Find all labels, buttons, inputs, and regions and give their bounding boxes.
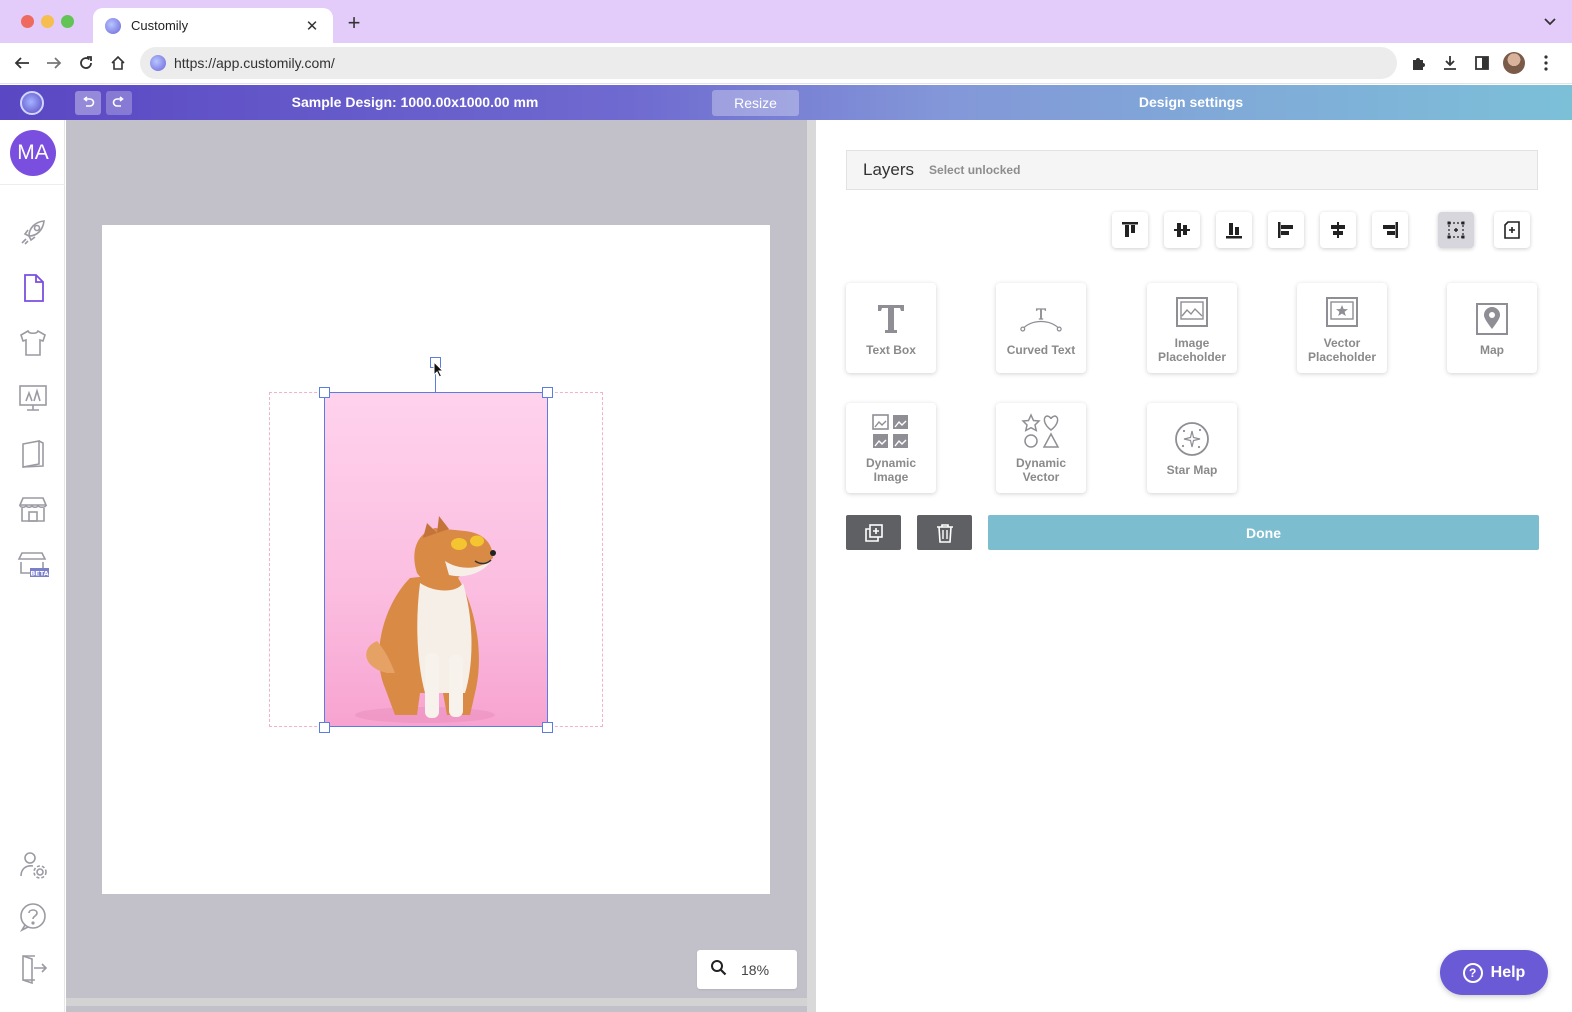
help-label: Help (1490, 963, 1526, 981)
left-sidebar: MA BETA (0, 120, 65, 1012)
align-left-button[interactable] (1268, 212, 1304, 248)
zoom-level: 18% (741, 961, 770, 978)
help-question-icon: ? (1462, 962, 1483, 983)
text-box-label: Text Box (866, 343, 916, 357)
design-title: Sample Design: 1000.00x1000.00 mm (291, 94, 539, 110)
vector-placeholder-tile[interactable]: Vector Placeholder (1297, 283, 1387, 373)
map-tile[interactable]: Map (1447, 283, 1537, 373)
resize-handle-bottom-left[interactable] (319, 722, 330, 733)
curved-text-tile[interactable]: Curved Text (996, 283, 1086, 373)
layers-header[interactable]: Layers Select unlocked (846, 150, 1538, 190)
redo-button[interactable] (106, 91, 132, 115)
text-box-tile[interactable]: Text Box (846, 283, 936, 373)
vector-placeholder-label: Vector Placeholder (1307, 336, 1377, 364)
forward-arrow-icon[interactable] (42, 51, 66, 75)
align-bottom-button[interactable] (1216, 212, 1252, 248)
dynamic-image-tile[interactable]: Dynamic Image (846, 403, 936, 493)
extensions-puzzle-icon[interactable] (1407, 52, 1429, 74)
help-circle-icon[interactable] (16, 900, 50, 934)
rocket-icon[interactable] (16, 215, 50, 249)
mouse-cursor-icon (433, 360, 445, 384)
shiba-dog-illustration (355, 516, 496, 723)
window-minimize-button[interactable] (41, 15, 54, 28)
resize-handle-top-right[interactable] (542, 387, 553, 398)
duplicate-button[interactable] (846, 515, 901, 550)
browser-titlebar: Customily ✕ + (0, 0, 1572, 43)
window-close-button[interactable] (21, 15, 34, 28)
browser-menu-icon[interactable] (1535, 52, 1557, 74)
undo-button[interactable] (75, 91, 101, 115)
align-to-page-button[interactable] (1494, 212, 1530, 248)
dynamic-vector-tile[interactable]: Dynamic Vector (996, 403, 1086, 493)
star-map-label: Star Map (1166, 463, 1218, 477)
app-header: Sample Design: 1000.00x1000.00 mm Resize… (0, 85, 1572, 120)
zoom-magnifier-icon[interactable] (710, 959, 727, 981)
resize-handle-top-left[interactable] (319, 387, 330, 398)
user-settings-icon[interactable] (16, 848, 50, 882)
help-button[interactable]: ? Help (1440, 950, 1548, 995)
vertical-scrollbar[interactable] (807, 120, 816, 1012)
customily-favicon-icon (105, 17, 121, 34)
dynamic-vector-icon (1019, 412, 1063, 452)
design-settings-title: Design settings (1138, 94, 1244, 110)
presentation-icon[interactable] (16, 381, 50, 415)
profile-avatar[interactable] (1503, 52, 1525, 74)
browser-toolbar: https://app.customily.com/ (0, 43, 1572, 84)
logout-icon[interactable] (16, 951, 50, 985)
dog-image-layer[interactable] (324, 392, 548, 727)
resize-button[interactable]: Resize (712, 90, 799, 116)
align-top-button[interactable] (1112, 212, 1148, 248)
map-pin-icon (1470, 299, 1514, 339)
align-right-button[interactable] (1372, 212, 1408, 248)
map-label: Map (1480, 343, 1504, 357)
align-to-selection-button[interactable] (1438, 212, 1474, 248)
horizontal-scrollbar[interactable] (66, 998, 807, 1006)
store-icon[interactable] (16, 492, 50, 526)
vector-placeholder-icon (1320, 292, 1364, 332)
user-avatar[interactable]: MA (10, 130, 56, 176)
select-unlocked-link[interactable]: Select unlocked (929, 163, 1020, 177)
dynamic-image-label: Dynamic Image (865, 456, 917, 484)
download-icon[interactable] (1439, 52, 1461, 74)
tab-title: Customily (131, 18, 189, 33)
url-text: https://app.customily.com/ (174, 55, 335, 71)
address-bar[interactable]: https://app.customily.com/ (140, 47, 1397, 79)
zoom-control[interactable]: 18% (697, 950, 797, 989)
resize-handle-bottom-right[interactable] (542, 722, 553, 733)
sidebar-divider (0, 184, 65, 185)
design-settings-panel (816, 120, 1572, 1012)
star-map-icon (1170, 419, 1214, 459)
customily-logo-icon[interactable] (20, 91, 44, 115)
dynamic-vector-label: Dynamic Vector (1015, 456, 1067, 484)
done-button[interactable]: Done (988, 515, 1539, 550)
align-horizontal-center-button[interactable] (1320, 212, 1356, 248)
image-placeholder-tile[interactable]: Image Placeholder (1147, 283, 1237, 373)
home-icon[interactable] (106, 51, 130, 75)
document-icon[interactable] (16, 271, 50, 305)
curved-text-icon (1019, 299, 1063, 339)
browser-tab[interactable]: Customily ✕ (93, 8, 333, 43)
store-beta-icon[interactable]: BETA (16, 548, 50, 582)
back-arrow-icon[interactable] (10, 51, 34, 75)
curved-text-label: Curved Text (1006, 343, 1076, 357)
book-icon[interactable] (16, 437, 50, 471)
new-tab-button[interactable]: + (344, 12, 364, 34)
side-panel-icon[interactable] (1471, 52, 1493, 74)
site-favicon-icon (150, 55, 166, 71)
reload-icon[interactable] (74, 51, 98, 75)
window-maximize-button[interactable] (61, 15, 74, 28)
star-map-tile[interactable]: Star Map (1147, 403, 1237, 493)
image-placeholder-icon (1170, 292, 1214, 332)
layers-title: Layers (863, 160, 915, 179)
tshirt-icon[interactable] (16, 326, 50, 360)
tab-search-chevron-icon[interactable] (1544, 14, 1556, 29)
text-box-icon (869, 299, 913, 339)
svg-text:BETA: BETA (30, 570, 48, 578)
image-placeholder-label: Image Placeholder (1157, 336, 1227, 364)
align-vertical-center-button[interactable] (1164, 212, 1200, 248)
delete-trash-button[interactable] (917, 515, 972, 550)
tab-close-icon[interactable]: ✕ (303, 17, 321, 35)
dynamic-image-icon (869, 412, 913, 452)
